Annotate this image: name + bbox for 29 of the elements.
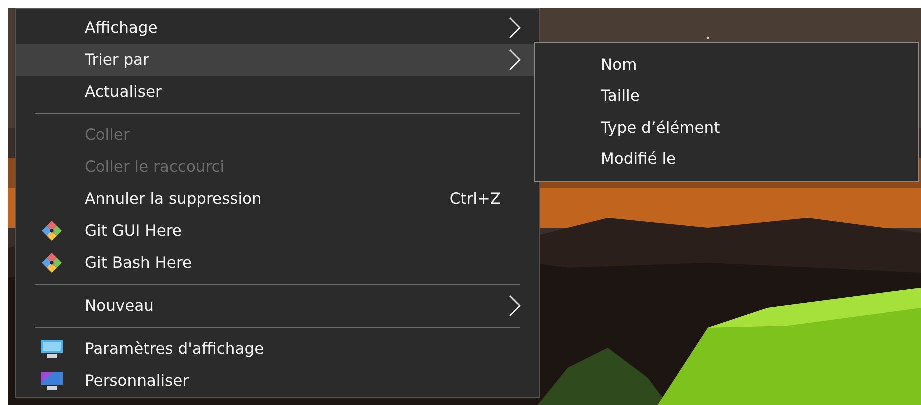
paint-monitor-icon xyxy=(40,371,64,391)
submenu-item[interactable]: Taille xyxy=(535,80,918,112)
menu-item[interactable]: Nouveau xyxy=(16,290,539,322)
chevron-icon xyxy=(509,295,521,317)
menu-item-label: Coller le raccourci xyxy=(85,158,226,176)
menu-item-label: Trier par xyxy=(85,51,150,69)
chevron-icon xyxy=(509,17,521,39)
menu-item[interactable]: Git GUI Here xyxy=(16,215,539,247)
menu-item-label: Paramètres d'affichage xyxy=(85,340,266,358)
menu-item[interactable]: Personnaliser xyxy=(16,365,539,397)
menu-item-label: Personnaliser xyxy=(85,372,190,390)
menu-item-label: Coller xyxy=(85,126,131,144)
menu-item[interactable]: Paramètres d'affichage xyxy=(16,333,539,365)
submenu-item[interactable]: Type d’élément xyxy=(535,112,918,144)
menu-item-label: Affichage xyxy=(85,19,159,37)
chevron-icon xyxy=(509,49,521,71)
diamond-icon xyxy=(40,253,62,273)
menu-item-label: Git Bash Here xyxy=(85,254,194,272)
menu-item[interactable]: Annuler la suppression Ctrl+Z xyxy=(16,183,539,215)
diamond-icon xyxy=(40,221,62,241)
menu-item-label: Actualiser xyxy=(85,83,163,101)
shortcut-label: Ctrl+Z xyxy=(450,190,501,208)
menu-item-label: Git GUI Here xyxy=(85,222,183,240)
menu-item[interactable]: Affichage xyxy=(16,12,539,44)
menu-item[interactable]: Git Bash Here xyxy=(16,247,539,279)
menu-item-label: Nouveau xyxy=(85,297,155,315)
monitor-icon xyxy=(40,339,64,359)
submenu-item[interactable]: Modifié le xyxy=(535,144,918,175)
menu-item-label: Annuler la suppression xyxy=(85,190,263,208)
